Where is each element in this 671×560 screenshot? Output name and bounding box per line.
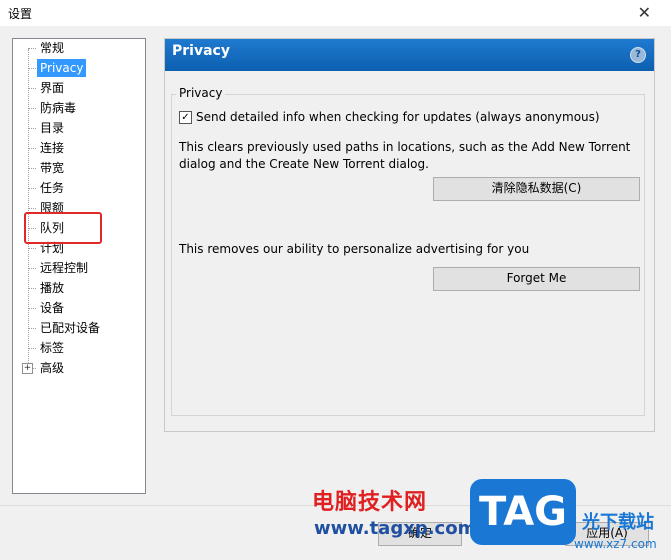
watermark-site-name: 光下载站 — [582, 512, 654, 533]
send-info-checkbox[interactable]: ✓ — [179, 111, 192, 124]
expand-icon[interactable]: + — [22, 363, 33, 374]
tree-item-tasks[interactable]: 任务 — [37, 179, 67, 197]
watermark-url: www.tagxp.com — [314, 518, 477, 539]
tree-item-advanced[interactable]: 高级 — [37, 359, 67, 377]
watermark-tag-logo: TAG — [470, 479, 576, 545]
tree-connector-line — [28, 49, 29, 371]
settings-tree[interactable]: 常规 Privacy 界面 防病毒 目录 连接 带宽 任务 限额 队列 计划 远… — [12, 38, 146, 494]
tree-item-remote[interactable]: 远程控制 — [37, 259, 91, 277]
forget-me-button[interactable]: Forget Me — [433, 267, 640, 291]
privacy-group: Privacy ✓ Send detailed info when checki… — [171, 86, 645, 416]
window-title: 设置 — [8, 7, 33, 21]
clear-private-data-button[interactable]: 清除隐私数据(C) — [433, 177, 640, 201]
help-icon[interactable]: ? — [630, 47, 646, 63]
tree-item-privacy[interactable]: Privacy — [37, 59, 87, 77]
highlight-box — [24, 212, 102, 244]
group-label: Privacy — [176, 86, 226, 100]
personalize-description: This removes our ability to personalize … — [179, 242, 530, 256]
tree-item-devices[interactable]: 设备 — [37, 299, 67, 317]
watermark-title: 电脑技术网 — [312, 490, 428, 515]
tree-item-connection[interactable]: 连接 — [37, 139, 67, 157]
watermark-site-url: www.xz7.com — [574, 537, 657, 551]
clear-description-line2: dialog and the Create New Torrent dialog… — [179, 157, 429, 171]
clear-description-line1: This clears previously used paths in loc… — [179, 140, 631, 154]
tree-item-bandwidth[interactable]: 带宽 — [37, 159, 67, 177]
privacy-panel: Privacy ? Privacy ✓ Send detailed info w… — [164, 38, 655, 432]
tree-item-antivirus[interactable]: 防病毒 — [37, 99, 79, 117]
tree-item-playback[interactable]: 播放 — [37, 279, 67, 297]
panel-title: Privacy — [172, 43, 230, 59]
tree-item-interface[interactable]: 界面 — [37, 79, 67, 97]
tree-item-directories[interactable]: 目录 — [37, 119, 67, 137]
tree-item-labels[interactable]: 标签 — [37, 339, 67, 357]
send-info-label[interactable]: Send detailed info when checking for upd… — [196, 110, 600, 124]
close-icon[interactable]: ✕ — [638, 3, 651, 22]
tree-item-general[interactable]: 常规 — [37, 39, 67, 57]
title-bar: 设置 ✕ — [0, 0, 671, 26]
tree-item-paired-devices[interactable]: 已配对设备 — [37, 319, 103, 337]
panel-header: Privacy ? — [165, 39, 654, 71]
